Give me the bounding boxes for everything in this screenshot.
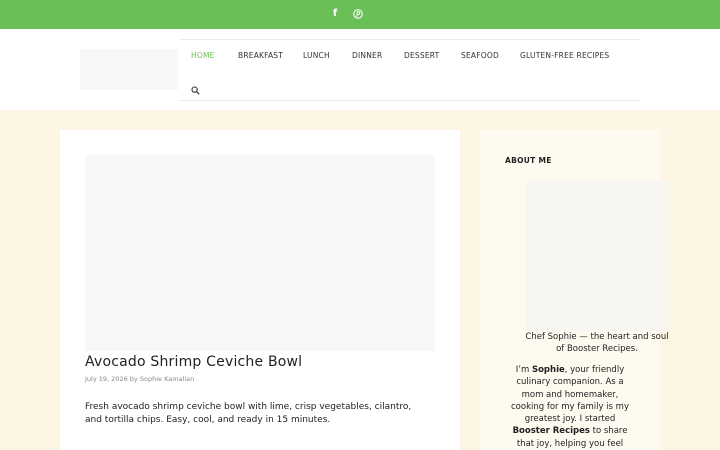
pinterest-icon-glyph — [353, 9, 363, 19]
facebook-icon[interactable]: f — [328, 7, 342, 21]
about-text-part: I’m — [515, 365, 532, 375]
about-me-text: I’m Sophie, your friendly culinary compa… — [510, 364, 630, 450]
post-card: Avocado Shrimp Ceviche Bowl July 19, 202… — [60, 130, 460, 450]
widget-title: ABOUT ME — [505, 156, 552, 165]
photo-caption: Chef Sophie — the heart and soul of Boos… — [525, 332, 669, 354]
nav-item-dinner[interactable]: DINNER — [352, 51, 382, 60]
search-icon[interactable] — [191, 80, 201, 95]
nav-item-dessert[interactable]: DESSERT — [404, 51, 439, 60]
site-logo[interactable] — [80, 49, 178, 90]
pinterest-icon[interactable] — [351, 7, 365, 21]
nav-item-seafood[interactable]: SEAFOOD — [461, 51, 499, 60]
about-name: Sophie — [531, 365, 565, 375]
nav-item-home[interactable]: HOME — [191, 51, 215, 60]
post-by-label: by — [129, 375, 138, 383]
post-title[interactable]: Avocado Shrimp Ceviche Bowl — [85, 354, 302, 370]
nav-item-breakfast[interactable]: BREAKFAST — [238, 51, 283, 60]
top-bar: f — [0, 0, 720, 29]
post-date[interactable]: July 19, 2026 — [85, 375, 128, 383]
post-author-link[interactable]: Sophie Kamalian — [140, 375, 194, 383]
nav-item-gluten-free-recipes[interactable]: GLUTEN-FREE RECIPES — [520, 51, 609, 60]
main-navigation: HOME BREAKFAST LUNCH DINNER DESSERT SEAF… — [179, 39, 640, 101]
sidebar: ABOUT ME Chef Sophie — the heart and sou… — [480, 130, 670, 450]
post-featured-image[interactable] — [85, 155, 435, 351]
nav-item-lunch[interactable]: LUNCH — [303, 51, 330, 60]
post-meta: July 19, 2026 by Sophie Kamalian — [85, 375, 194, 383]
site-header: HOME BREAKFAST LUNCH DINNER DESSERT SEAF… — [0, 29, 720, 110]
post-excerpt: Fresh avocado shrimp ceviche bowl with l… — [85, 402, 412, 425]
about-brand: Booster Recipes — [512, 426, 590, 437]
chef-photo — [525, 181, 670, 331]
